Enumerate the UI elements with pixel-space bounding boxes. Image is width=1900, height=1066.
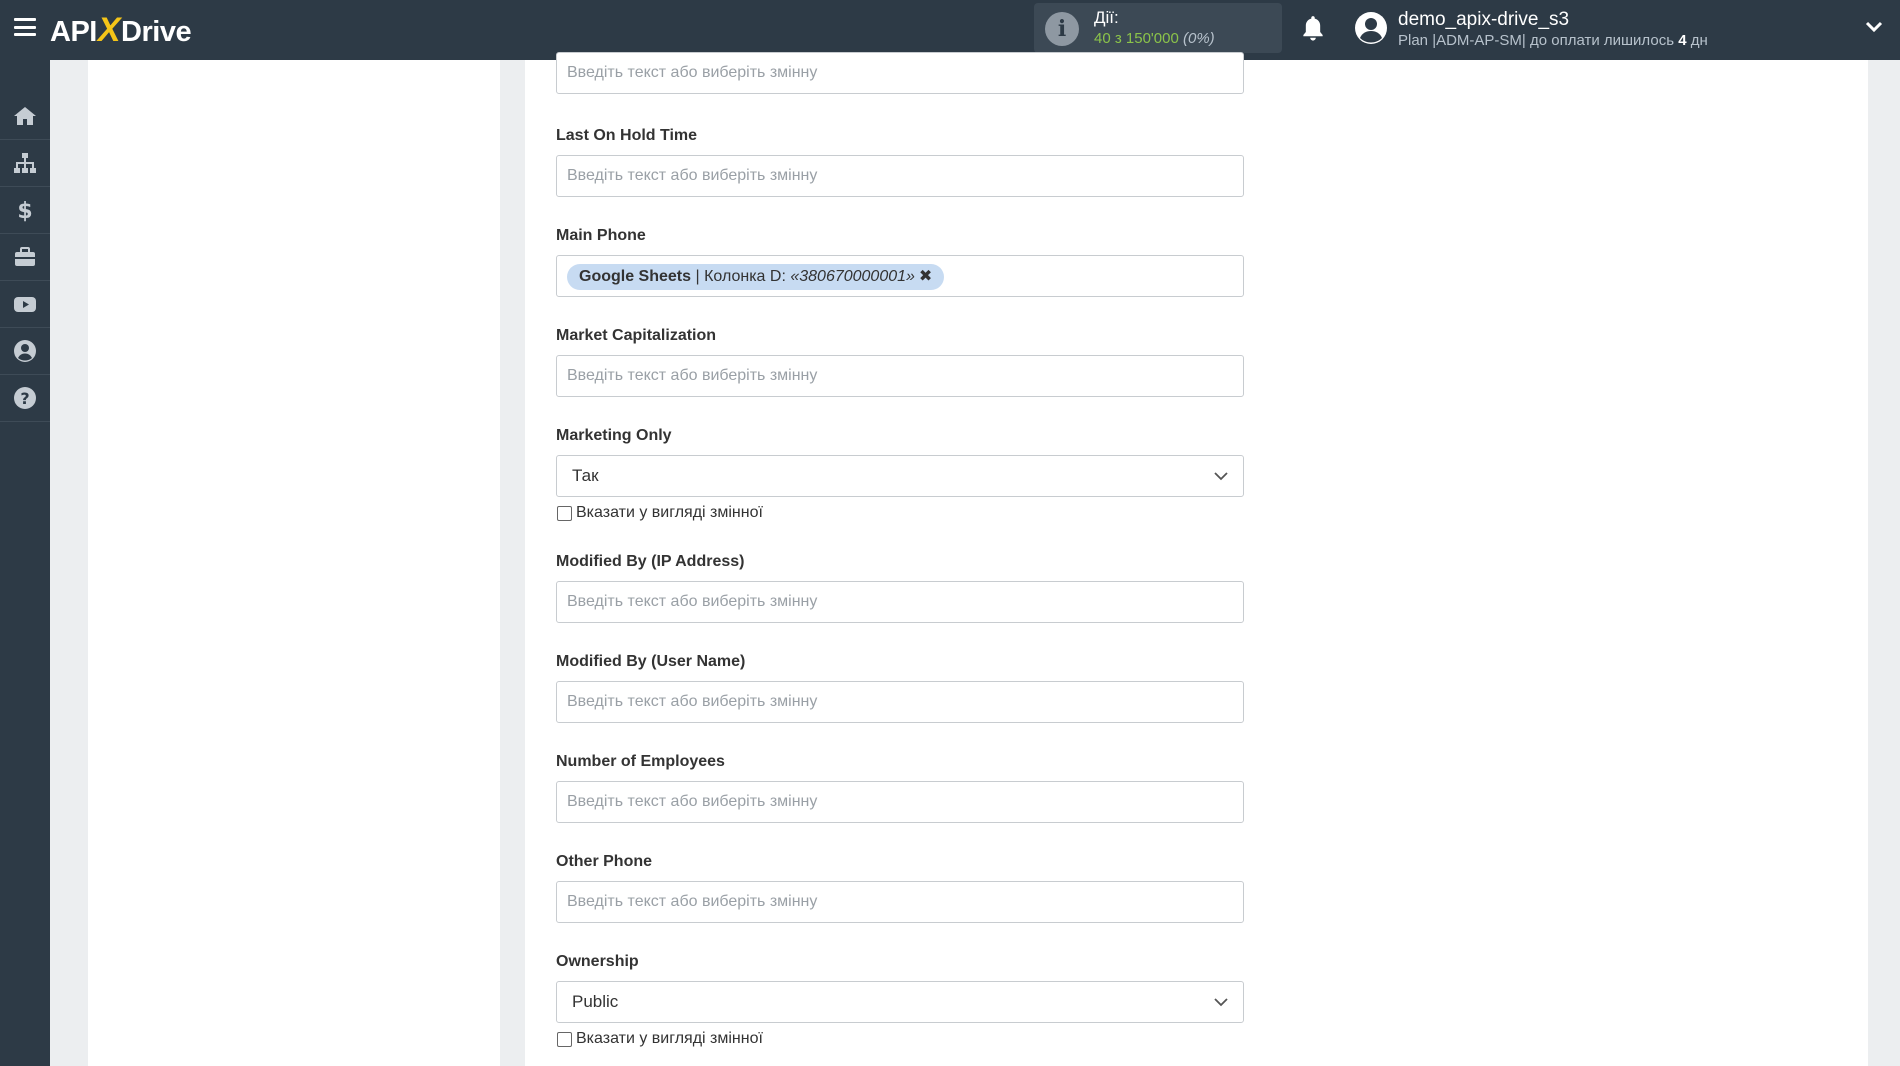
sidebar: $ ? xyxy=(0,60,50,1066)
sidebar-item-video[interactable] xyxy=(0,281,50,328)
logo-x: X xyxy=(97,11,121,49)
svg-text:$: $ xyxy=(17,199,32,223)
modified-by-user-input[interactable] xyxy=(556,681,1244,723)
main-phone-input[interactable]: Google Sheets | Колонка D: «380670000001… xyxy=(556,255,1244,297)
last-on-hold-time-input[interactable] xyxy=(556,155,1244,197)
home-icon xyxy=(14,107,36,125)
select-value: Public xyxy=(572,992,619,1011)
svg-text:?: ? xyxy=(20,389,29,408)
field-label: Modified By (IP Address) xyxy=(556,553,745,570)
tag-remove-icon[interactable]: ✖ xyxy=(919,268,932,285)
field-previous xyxy=(556,52,1244,94)
field-label: Other Phone xyxy=(556,853,653,870)
other-phone-input[interactable] xyxy=(556,881,1244,923)
actions-counter: i Дії: 40 з 150'000 (0%) xyxy=(1034,3,1282,53)
ownership-variable-checkbox[interactable]: Вказати у вигляді змінної xyxy=(557,1029,1244,1049)
tag-source: Google Sheets xyxy=(579,268,692,285)
sidebar-item-account[interactable] xyxy=(0,328,50,375)
help-icon: ? xyxy=(14,387,36,409)
field-ownership: Ownership Public Вказати у вигляді змінн… xyxy=(556,952,1244,1049)
chevron-down-icon xyxy=(1214,998,1228,1007)
actions-label: Дії: xyxy=(1094,8,1119,27)
chevron-down-icon xyxy=(1214,472,1228,481)
sidebar-item-help[interactable]: ? xyxy=(0,375,50,422)
bell-icon[interactable] xyxy=(1300,14,1326,44)
marketing-only-variable-checkbox[interactable]: Вказати у вигляді змінної xyxy=(557,503,1244,523)
field-label: Main Phone xyxy=(556,227,646,244)
previous-field-input[interactable] xyxy=(556,52,1244,94)
logo-prefix: API xyxy=(50,16,97,48)
briefcase-icon xyxy=(15,247,35,266)
menu-icon[interactable] xyxy=(14,18,36,36)
field-label: Market Capitalization xyxy=(556,327,717,344)
field-label: Last On Hold Time xyxy=(556,127,698,144)
sitemap-icon xyxy=(14,153,36,173)
modified-by-ip-input[interactable] xyxy=(556,581,1244,623)
sidebar-item-home[interactable] xyxy=(0,93,50,140)
field-number-of-employees: Number of Employees xyxy=(556,752,1244,823)
info-icon[interactable]: i xyxy=(1045,12,1079,46)
number-of-employees-input[interactable] xyxy=(556,781,1244,823)
field-market-capitalization: Market Capitalization xyxy=(556,326,1244,397)
sidebar-item-projects[interactable] xyxy=(0,234,50,281)
ownership-select[interactable]: Public xyxy=(556,981,1244,1023)
market-capitalization-input[interactable] xyxy=(556,355,1244,397)
field-modified-by-user: Modified By (User Name) xyxy=(556,652,1244,723)
dollar-icon: $ xyxy=(17,199,32,223)
actions-percent: (0%) xyxy=(1183,30,1215,47)
top-bar: APIXDrive i Дії: 40 з 150'000 (0%) demo_… xyxy=(0,0,1900,60)
variable-tag: Google Sheets | Колонка D: «380670000001… xyxy=(567,264,945,290)
left-panel xyxy=(88,60,500,1066)
actions-count-value: 40 з 150'000 xyxy=(1094,30,1179,47)
field-main-phone: Main Phone Google Sheets | Колонка D: «3… xyxy=(556,226,1244,297)
plan-info: Plan |ADM-AP-SM| до оплати лишилось 4 дн xyxy=(1398,32,1708,49)
apix-drive-logo[interactable]: APIXDrive xyxy=(50,11,192,50)
username[interactable]: demo_apix-drive_s3 xyxy=(1398,9,1569,31)
field-label: Marketing Only xyxy=(556,427,672,444)
checkbox-label: Вказати у вигляді змінної xyxy=(576,1030,763,1047)
sidebar-item-billing[interactable]: $ xyxy=(0,187,50,234)
chevron-down-icon[interactable] xyxy=(1864,20,1884,34)
field-label: Ownership xyxy=(556,953,639,970)
logo-suffix: Drive xyxy=(121,16,192,48)
avatar-icon[interactable] xyxy=(1354,11,1388,45)
plan-days: 4 xyxy=(1678,32,1687,49)
field-other-phone: Other Phone xyxy=(556,852,1244,923)
checkbox[interactable] xyxy=(557,505,572,521)
marketing-only-select[interactable]: Так xyxy=(556,455,1244,497)
tag-value: «380670000001» xyxy=(790,268,915,285)
field-label: Modified By (User Name) xyxy=(556,653,746,670)
field-modified-by-ip: Modified By (IP Address) xyxy=(556,552,1244,623)
field-last-on-hold-time: Last On Hold Time xyxy=(556,126,1244,197)
checkbox[interactable] xyxy=(557,1031,572,1047)
tag-column: | Колонка D: xyxy=(691,268,791,285)
user-icon xyxy=(14,340,36,362)
sidebar-item-connections[interactable] xyxy=(0,140,50,187)
video-icon xyxy=(14,297,36,312)
actions-count: 40 з 150'000 (0%) xyxy=(1094,30,1215,47)
checkbox-label: Вказати у вигляді змінної xyxy=(576,504,763,521)
plan-text: Plan |ADM-AP-SM| до оплати лишилось xyxy=(1398,32,1679,49)
select-value: Так xyxy=(572,466,599,485)
field-label: Number of Employees xyxy=(556,753,725,770)
field-marketing-only: Marketing Only Так Вказати у вигляді змі… xyxy=(556,426,1244,523)
plan-days-suffix: дн xyxy=(1686,32,1708,49)
